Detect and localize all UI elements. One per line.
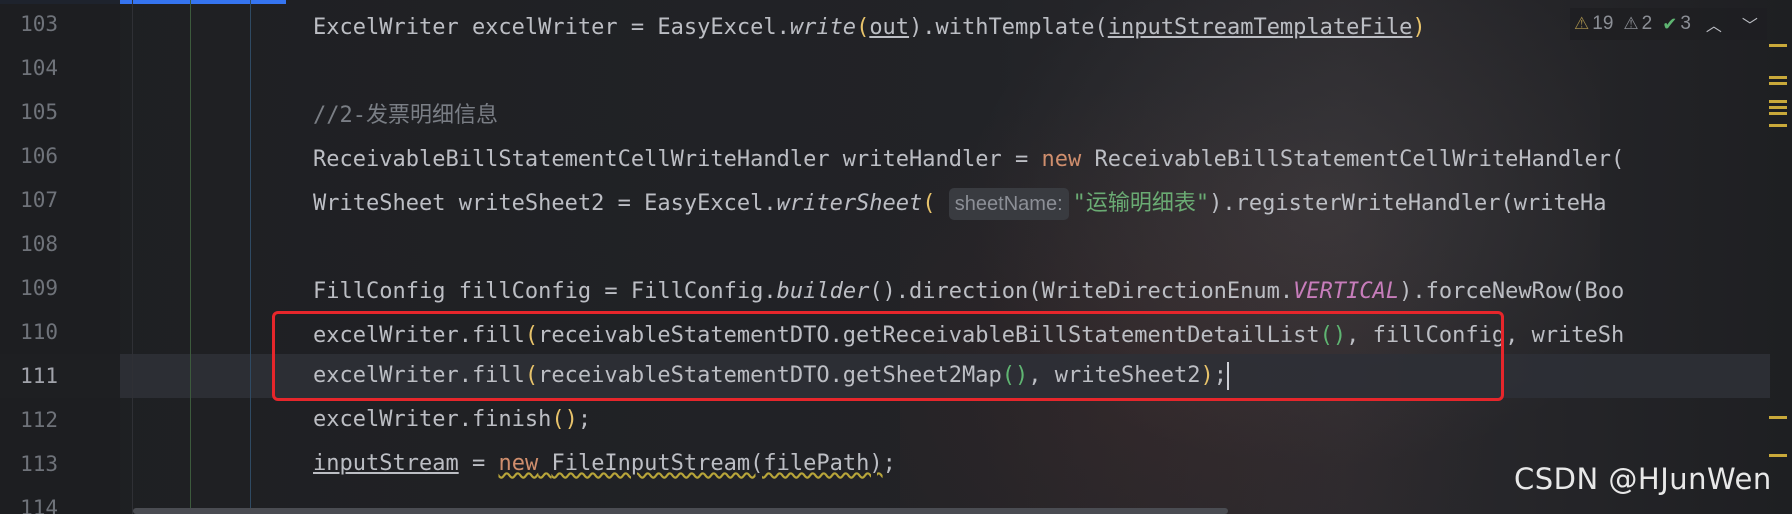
code-token: ;	[882, 451, 896, 476]
code-token: FillConfig fillConfig = FillConfig.	[313, 279, 777, 304]
line-number: 112	[20, 408, 58, 432]
code-token: ).registerWriteHandler(writeHa	[1209, 191, 1607, 216]
line-number: 113	[20, 452, 58, 476]
paren: ()	[551, 407, 578, 432]
highlight-annotation-box	[272, 311, 1504, 401]
inspection-widget[interactable]: ⚠ 19 ⚠ 2 ✔ 3 ︿ ﹀	[1570, 8, 1767, 40]
paren: (	[922, 191, 936, 216]
code-token: =	[458, 451, 499, 476]
keyword: new	[498, 451, 539, 476]
code-token: ).forceNewRow(Boo	[1399, 279, 1625, 304]
line-number: 114	[20, 496, 58, 514]
code-line-105[interactable]: //2-发票明细信息	[313, 94, 498, 138]
scroll-marker[interactable]	[1769, 44, 1787, 47]
editor-background-image	[900, 0, 1600, 514]
scroll-marker[interactable]	[1769, 76, 1787, 79]
scroll-marker[interactable]	[1769, 100, 1787, 103]
static-method-call: write	[789, 15, 857, 40]
chevron-down-icon[interactable]: ﹀	[1737, 12, 1763, 36]
code-token: WriteSheet writeSheet2 = EasyExcel.	[313, 191, 777, 216]
paren: (	[856, 15, 870, 40]
scroll-marker[interactable]	[1769, 416, 1787, 419]
chevron-up-icon[interactable]: ︿	[1701, 12, 1727, 36]
scroll-marker[interactable]	[1769, 106, 1787, 109]
ok-count-label: 3	[1680, 13, 1691, 34]
code-line-112[interactable]: excelWriter.finish();	[313, 398, 591, 442]
line-number: 106	[20, 144, 58, 168]
scroll-marker[interactable]	[1769, 124, 1787, 127]
line-number: 105	[20, 100, 58, 124]
line-number: 103	[20, 12, 58, 36]
gutter-divider	[132, 0, 133, 514]
indent-guide	[190, 0, 191, 514]
line-number: 110	[20, 320, 58, 344]
code-token: ().direction(WriteDirectionEnum.	[869, 279, 1294, 304]
line-number-current: 111	[20, 364, 58, 388]
line-number: 104	[20, 56, 58, 80]
horizontal-scrollbar[interactable]	[133, 508, 1228, 514]
string-literal: "运输明细表"	[1072, 191, 1210, 216]
code-token: excelWriter.finish	[313, 407, 552, 432]
code-token: ExcelWriter excelWriter = EasyExcel.	[313, 15, 790, 40]
weak-warnings-count-label: 2	[1641, 13, 1653, 34]
code-editor[interactable]: 103 104 105 106 107 108 109 110 111 112 …	[0, 0, 1792, 514]
ok-count[interactable]: ✔ 3	[1662, 13, 1691, 35]
enum-constant: VERTICAL	[1293, 279, 1400, 304]
code-line-107[interactable]: WriteSheet writeSheet2 = EasyExcel.write…	[313, 182, 1607, 226]
variable-reference: inputStreamTemplateFile	[1107, 15, 1413, 40]
warning-triangle-icon: ⚠	[1574, 14, 1590, 33]
parameter-name-hint: sheetName:	[948, 188, 1069, 220]
scroll-marker[interactable]	[1769, 454, 1787, 457]
error-stripe[interactable]	[1766, 44, 1788, 514]
check-icon: ✔	[1662, 13, 1678, 34]
code-line-106[interactable]: ReceivableBillStatementCellWriteHandler …	[313, 138, 1624, 182]
line-number-gutter[interactable]: 103 104 105 106 107 108 109 110 111 112 …	[0, 0, 120, 514]
variable-reference: inputStream	[313, 451, 459, 476]
warnings-count-label: 19	[1592, 13, 1614, 34]
code-token: ;	[577, 407, 592, 432]
scroll-marker[interactable]	[1769, 82, 1787, 85]
code-token: ReceivableBillStatementCellWriteHandler(	[1081, 147, 1625, 172]
warnings-count[interactable]: ⚠ 19	[1574, 13, 1613, 35]
code-line-113[interactable]: inputStream = new FileInputStream(filePa…	[313, 442, 896, 486]
watermark: CSDN @HJunWen	[1514, 462, 1772, 496]
code-line-109[interactable]: FillConfig fillConfig = FillConfig.build…	[313, 270, 1624, 314]
code-token: FileInputStream(filePath)	[551, 451, 883, 476]
line-number: 109	[20, 276, 58, 300]
scroll-marker[interactable]	[1769, 112, 1787, 115]
static-method-call: writerSheet	[776, 191, 923, 216]
line-number: 107	[20, 188, 58, 212]
variable-reference: out	[869, 15, 910, 40]
code-comment: //2-发票明细信息	[313, 103, 498, 128]
paren: )	[1412, 15, 1426, 40]
code-line-103[interactable]: ExcelWriter excelWriter = EasyExcel.writ…	[313, 6, 1426, 50]
code-token: ).withTemplate(	[909, 15, 1108, 40]
static-method-call: builder	[776, 279, 870, 304]
weak-warning-icon: ⚠	[1623, 14, 1639, 33]
code-token: ReceivableBillStatementCellWriteHandler …	[313, 147, 1042, 172]
weak-warnings-count[interactable]: ⚠ 2	[1623, 13, 1652, 35]
keyword: new	[1041, 147, 1082, 172]
line-number: 108	[20, 232, 58, 256]
indent-guide	[250, 0, 251, 514]
